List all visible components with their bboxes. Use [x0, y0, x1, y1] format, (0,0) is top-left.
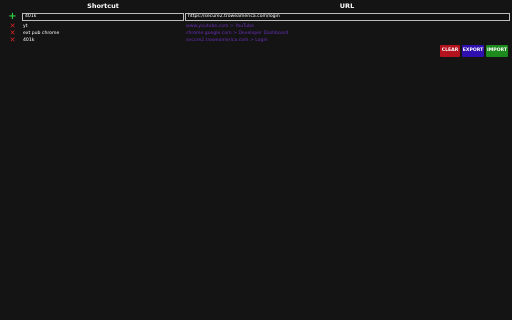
export-button[interactable]: EXPORT: [462, 45, 484, 57]
shortcut-input[interactable]: 401k: [22, 13, 184, 21]
shortcut-text: 401k: [23, 38, 35, 43]
table-header: Shortcut URL: [0, 2, 512, 12]
url-column-header: URL: [339, 2, 355, 10]
x-icon[interactable]: ✕: [9, 37, 16, 44]
url-link[interactable]: www.youtube.com > YouTube: [186, 23, 254, 30]
import-button[interactable]: IMPORT: [486, 45, 508, 57]
shortcuts-page: Shortcut URL + 401k https://secure2.trow…: [0, 0, 512, 320]
list-item: ✕ 401k secure2.troweamerica.com > Login: [0, 37, 512, 44]
plus-icon[interactable]: +: [8, 12, 17, 22]
list-item: ✕ yt www.youtube.com > YouTube: [0, 23, 512, 30]
url-link[interactable]: secure2.troweamerica.com > Login: [186, 37, 268, 44]
shortcut-text: ext pub chrome: [23, 31, 60, 36]
url-input[interactable]: https://secure2.troweamerica.com/login: [185, 13, 510, 21]
list-item: ✕ ext pub chrome chrome.google.com > Dev…: [0, 30, 512, 37]
clear-button[interactable]: CLEAR: [440, 45, 460, 57]
shortcut-column-header: Shortcut: [87, 2, 119, 10]
url-link[interactable]: chrome.google.com > Developer Dashboard: [186, 30, 288, 37]
shortcut-text: yt: [23, 24, 28, 29]
new-entry-row: + 401k https://secure2.troweamerica.com/…: [0, 12, 512, 22]
